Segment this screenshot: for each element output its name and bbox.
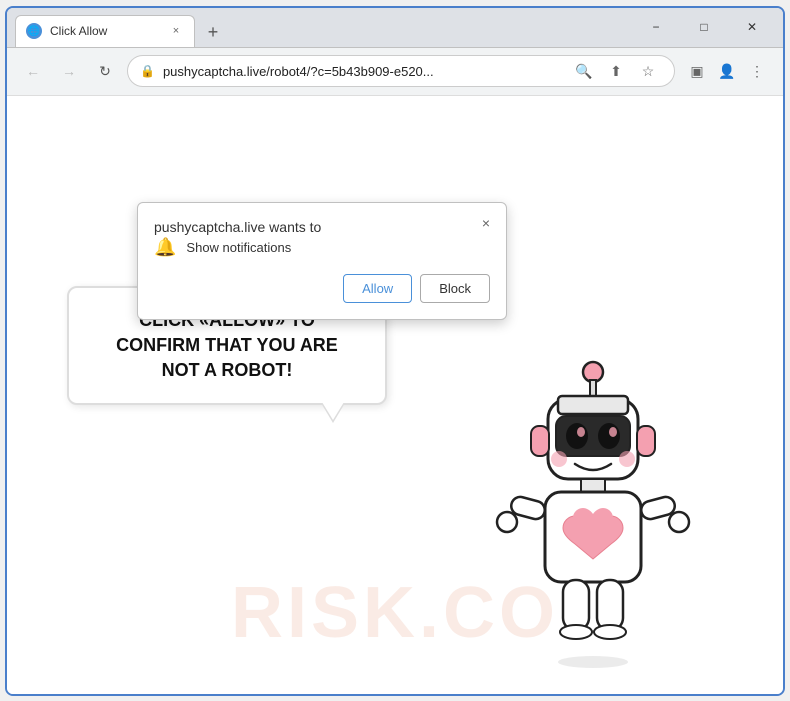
refresh-button[interactable]: ↻	[91, 57, 119, 85]
menu-icon[interactable]: ⋮	[743, 57, 771, 85]
notification-popup: pushycaptcha.live wants to × 🔔 Show noti…	[137, 202, 507, 320]
bell-icon: 🔔	[154, 237, 176, 258]
tab-close-button[interactable]: ×	[168, 23, 184, 39]
bookmark-icon[interactable]: ☆	[634, 57, 662, 85]
permission-text: Show notifications	[186, 240, 291, 255]
close-button[interactable]: ✕	[729, 7, 775, 47]
address-bar: ← → ↻ 🔒 pushycaptcha.live/robot4/?c=5b43…	[7, 48, 783, 96]
window-controls: − □ ✕	[633, 7, 775, 47]
address-input[interactable]: 🔒 pushycaptcha.live/robot4/?c=5b43b909-e…	[127, 55, 675, 87]
share-icon[interactable]: ⬆	[602, 57, 630, 85]
tab-strip: 🌐 Click Allow × +	[15, 8, 633, 47]
allow-button[interactable]: Allow	[343, 274, 412, 303]
split-view-icon[interactable]: ▣	[683, 57, 711, 85]
minimize-button[interactable]: −	[633, 7, 679, 47]
forward-button[interactable]: →	[55, 57, 83, 85]
favicon-icon: 🌐	[28, 26, 40, 37]
speech-text: CLICK «ALLOW» TO CONFIRM THAT YOU ARE NO…	[116, 310, 338, 380]
search-icon[interactable]: 🔍	[570, 57, 598, 85]
toolbar-right: ▣ 👤 ⋮	[683, 57, 771, 85]
back-button[interactable]: ←	[19, 57, 47, 85]
block-button[interactable]: Block	[420, 274, 490, 303]
popup-permission: 🔔 Show notifications	[154, 237, 490, 258]
tab-favicon: 🌐	[26, 23, 42, 39]
robot-illustration	[483, 354, 703, 674]
address-icons: 🔍 ⬆ ☆	[570, 57, 662, 85]
popup-buttons: Allow Block	[154, 274, 490, 303]
tab-title: Click Allow	[50, 24, 160, 38]
lock-icon: 🔒	[140, 64, 155, 78]
maximize-button[interactable]: □	[681, 7, 727, 47]
new-tab-button[interactable]: +	[199, 19, 227, 47]
title-bar: 🌐 Click Allow × + − □ ✕	[7, 8, 783, 48]
browser-tab[interactable]: 🌐 Click Allow ×	[15, 15, 195, 47]
url-text: pushycaptcha.live/robot4/?c=5b43b909-e52…	[163, 64, 562, 79]
popup-title: pushycaptcha.live wants to	[154, 219, 321, 235]
profile-icon[interactable]: 👤	[713, 57, 741, 85]
robot-svg	[483, 354, 703, 674]
page-content: RISK.CO pushycaptcha.live wants to × 🔔 S…	[7, 96, 783, 694]
popup-close-button[interactable]: ×	[476, 213, 496, 233]
browser-window: 🌐 Click Allow × + − □ ✕ ← → ↻ 🔒 pushycap…	[5, 6, 785, 696]
